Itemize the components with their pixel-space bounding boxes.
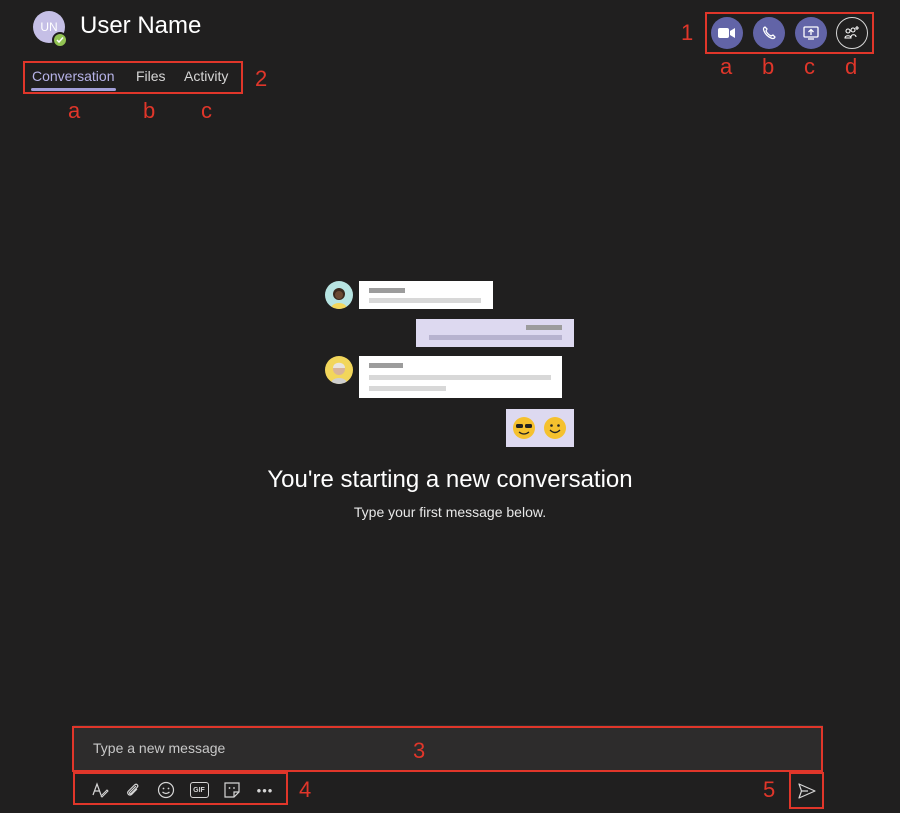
gif-label: GIF (193, 786, 205, 794)
sticker-icon (224, 782, 240, 798)
annotation-call-a: a (720, 54, 733, 79)
sticker-button[interactable] (220, 778, 244, 802)
more-options-icon: ••• (256, 782, 274, 798)
annotation-3: 3 (413, 738, 426, 763)
send-button[interactable] (795, 779, 819, 803)
annotation-4: 4 (299, 777, 312, 802)
share-screen-icon (803, 26, 819, 40)
add-people-button[interactable] (836, 17, 868, 49)
annotation-5: 5 (763, 777, 776, 802)
chat-title: User Name (80, 12, 202, 39)
more-options-button[interactable]: ••• (253, 778, 277, 802)
attach-icon (127, 783, 139, 796)
tabs-highlight-box (23, 61, 243, 94)
annotation-tab-b: b (143, 98, 156, 123)
send-icon (798, 783, 816, 799)
attach-button[interactable] (121, 778, 145, 802)
audio-call-button[interactable] (753, 17, 785, 49)
illustration-avatar-1 (325, 281, 353, 309)
annotation-call-b: b (762, 54, 775, 79)
emoji-icon (157, 781, 175, 799)
annotation-tab-a: a (68, 98, 81, 123)
share-screen-button[interactable] (795, 17, 827, 49)
video-call-button[interactable] (711, 17, 743, 49)
annotation-call-d: d (845, 54, 858, 79)
annotation-tab-c: c (201, 98, 212, 123)
avatar-initials: UN (40, 20, 58, 34)
illustration-message-3 (359, 356, 562, 398)
illustration-message-2 (416, 319, 574, 347)
presence-available-icon (52, 32, 68, 48)
annotation-2: 2 (255, 66, 268, 91)
compose-highlight-box (72, 726, 823, 772)
format-icon (92, 782, 109, 798)
empty-state-subtitle: Type your first message below. (353, 504, 547, 520)
format-button[interactable] (88, 778, 112, 802)
gif-icon: GIF (189, 782, 209, 798)
video-call-icon (718, 28, 735, 38)
illustration-avatar-2 (325, 356, 353, 384)
gif-button[interactable]: GIF (187, 778, 211, 802)
annotation-1: 1 (681, 20, 694, 45)
empty-state-title: You're starting a new conversation (267, 466, 633, 493)
emoji-button[interactable] (154, 778, 178, 802)
audio-call-icon (762, 26, 776, 40)
illustration-message-1 (359, 281, 493, 309)
add-people-icon (844, 26, 859, 39)
sunglasses-emoji-icon (513, 417, 535, 439)
illustration-emoji-message (506, 409, 574, 447)
annotation-call-c: c (804, 54, 815, 79)
smile-emoji-icon (544, 417, 566, 439)
